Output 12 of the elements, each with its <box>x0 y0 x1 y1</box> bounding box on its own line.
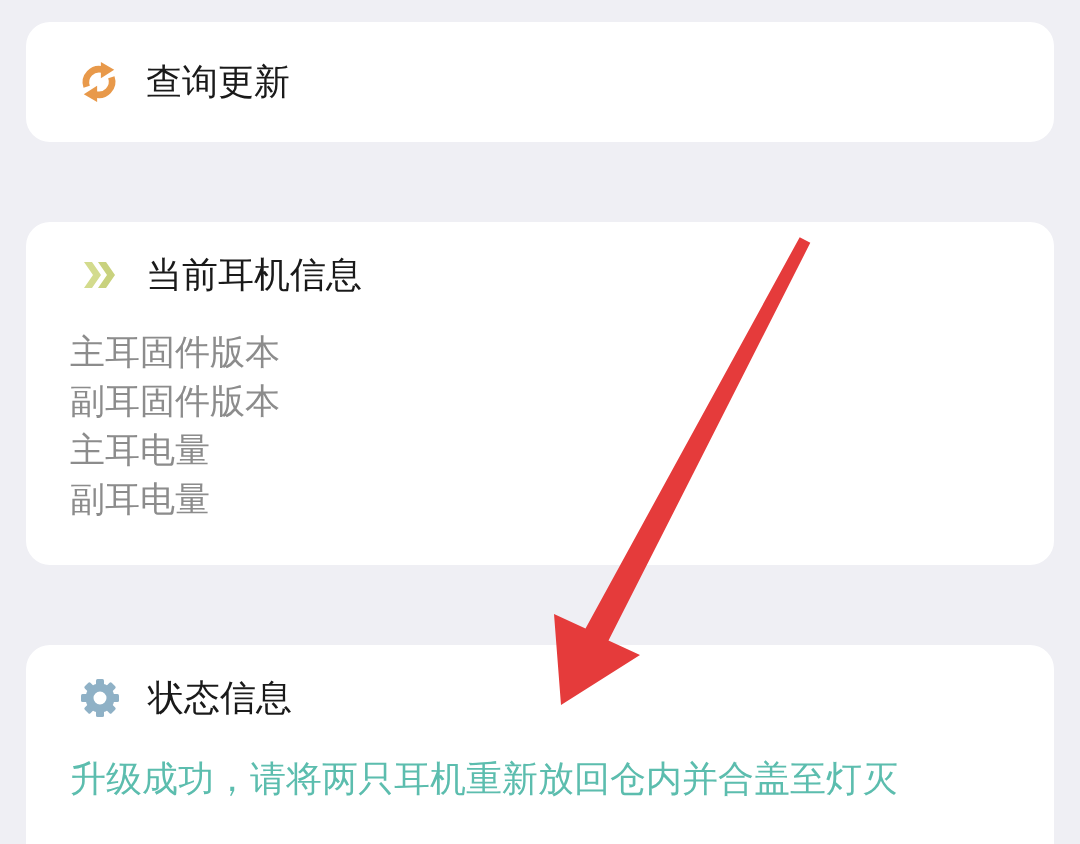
info-label: 副耳电量 <box>70 478 210 521</box>
refresh-icon <box>80 61 118 103</box>
settings-icon <box>80 678 120 718</box>
update-card[interactable]: 查询更新 <box>26 22 1054 142</box>
section-title: 当前耳机信息 <box>146 253 362 297</box>
status-message: 升级成功，请将两只耳机重新放回仓内并合盖至灯灭 <box>70 757 899 801</box>
info-label: 主耳固件版本 <box>70 331 280 374</box>
section-title: 状态信息 <box>148 676 292 720</box>
info-label: 副耳固件版本 <box>70 380 280 423</box>
section-title[interactable]: 查询更新 <box>146 57 290 107</box>
info-label: 主耳电量 <box>70 429 210 472</box>
double-chevron-icon <box>84 262 116 288</box>
